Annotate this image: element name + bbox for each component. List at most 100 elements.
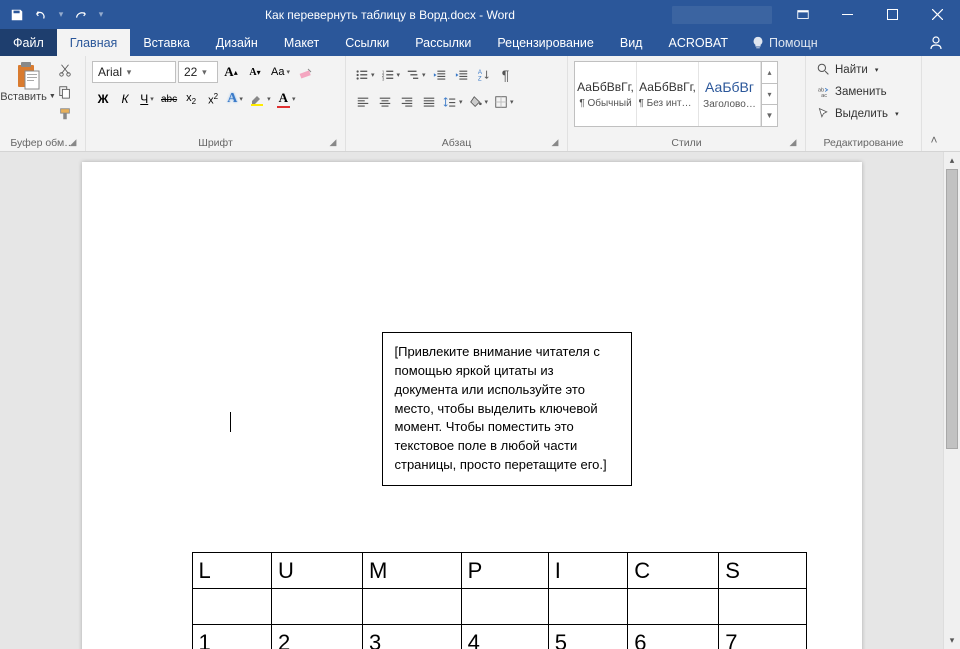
scroll-down-button[interactable]: ▾: [944, 632, 960, 649]
bullets-button[interactable]: ▾: [352, 64, 378, 86]
format-painter-button[interactable]: [54, 103, 76, 125]
minimize-button[interactable]: [825, 0, 870, 29]
tab-design[interactable]: Дизайн: [203, 29, 271, 56]
group-clipboard: Вставить▼ Буфер обм…◢: [0, 56, 86, 151]
paste-icon: [13, 61, 43, 91]
text-effects-button[interactable]: A▾: [224, 88, 246, 110]
font-size-combo[interactable]: 22▾: [178, 61, 218, 83]
paste-button[interactable]: Вставить▼: [4, 59, 52, 105]
chevron-down-icon[interactable]: ▾: [122, 67, 136, 78]
undo-button[interactable]: [30, 4, 52, 26]
chevron-down-icon[interactable]: ▾: [197, 67, 211, 78]
tell-me-search[interactable]: Помощн: [741, 29, 828, 56]
group-paragraph: ▾ 123▾ ▾ AZ ¶ ▾ ▾ ▾ Абзац◢: [346, 56, 568, 151]
cut-button[interactable]: [54, 59, 76, 81]
search-icon: [817, 63, 830, 76]
maximize-button[interactable]: [870, 0, 915, 29]
styles-gallery: АаБбВвГг, ¶ Обычный АаБбВвГг, ¶ Без инте…: [574, 61, 778, 127]
ribbon-tabs: Файл Главная Вставка Дизайн Макет Ссылки…: [0, 29, 960, 56]
clipboard-launcher[interactable]: ◢: [67, 136, 79, 148]
align-center-button[interactable]: [374, 91, 396, 113]
highlight-button[interactable]: ▾: [246, 88, 274, 110]
tab-layout[interactable]: Макет: [271, 29, 332, 56]
title-bar: ▾ ▾ Как перевернуть таблицу в Ворд.docx …: [0, 0, 960, 29]
share-icon[interactable]: [918, 29, 954, 56]
close-button[interactable]: [915, 0, 960, 29]
sort-button[interactable]: AZ: [473, 64, 495, 86]
save-button[interactable]: [6, 4, 28, 26]
styles-launcher[interactable]: ◢: [787, 136, 799, 148]
font-launcher[interactable]: ◢: [327, 136, 339, 148]
vertical-scrollbar[interactable]: ▴ ▾: [943, 152, 960, 649]
qat-customize-icon[interactable]: ▾: [94, 9, 108, 20]
table-row[interactable]: LUMPICS: [192, 553, 806, 589]
ribbon-options-button[interactable]: [780, 0, 825, 29]
numbering-button[interactable]: 123▾: [378, 64, 404, 86]
strikethrough-button[interactable]: abc: [158, 88, 180, 110]
gallery-more-button[interactable]: ▼: [762, 105, 777, 126]
find-button[interactable]: Найти▾: [810, 59, 906, 80]
align-left-button[interactable]: [352, 91, 374, 113]
subscript-button[interactable]: x2: [180, 88, 202, 110]
line-spacing-button[interactable]: ▾: [440, 91, 466, 113]
select-button[interactable]: Выделить▾: [810, 103, 906, 124]
show-marks-button[interactable]: ¶: [495, 64, 517, 86]
tab-home[interactable]: Главная: [57, 29, 131, 56]
change-case-button[interactable]: Aa▾: [268, 61, 293, 83]
tab-file[interactable]: Файл: [0, 29, 57, 56]
borders-button[interactable]: ▾: [491, 91, 517, 113]
decrease-indent-button[interactable]: [429, 64, 451, 86]
tab-references[interactable]: Ссылки: [332, 29, 402, 56]
copy-button[interactable]: [54, 81, 76, 103]
select-icon: [817, 107, 830, 120]
table-row[interactable]: 1234567: [192, 625, 806, 649]
window-controls: [780, 0, 960, 29]
gallery-up-button[interactable]: ▴: [762, 62, 777, 84]
replace-button[interactable]: abac Заменить: [810, 81, 906, 102]
font-color-button[interactable]: A▾: [274, 88, 299, 110]
tab-acrobat[interactable]: ACROBAT: [655, 29, 741, 56]
document-area: [Привлеките внимание читателя с помощью …: [0, 152, 960, 649]
group-editing: Найти▾ abac Заменить Выделить▾ Редактиро…: [806, 56, 922, 151]
style-normal[interactable]: АаБбВвГг, ¶ Обычный: [575, 62, 637, 126]
qat-dropdown-icon[interactable]: ▾: [54, 9, 68, 20]
redo-button[interactable]: [70, 4, 92, 26]
scroll-thumb[interactable]: [946, 169, 958, 449]
underline-button[interactable]: Ч▾: [136, 88, 158, 110]
svg-text:ac: ac: [821, 93, 827, 98]
paragraph-launcher[interactable]: ◢: [549, 136, 561, 148]
tab-review[interactable]: Рецензирование: [484, 29, 607, 56]
tab-view[interactable]: Вид: [607, 29, 656, 56]
tab-insert[interactable]: Вставка: [130, 29, 202, 56]
multilevel-button[interactable]: ▾: [403, 64, 429, 86]
style-no-spacing[interactable]: АаБбВвГг, ¶ Без инте…: [637, 62, 699, 126]
gallery-down-button[interactable]: ▾: [762, 84, 777, 106]
text-box-callout[interactable]: [Привлеките внимание читателя с помощью …: [382, 332, 632, 486]
group-font: Arial▾ 22▾ A▴ A▾ Aa▾ Ж К Ч▾ abc x2 x2 A▾…: [86, 56, 346, 151]
collapse-ribbon-button[interactable]: ˄: [922, 56, 946, 151]
superscript-button[interactable]: x2: [202, 88, 224, 110]
table-row[interactable]: [192, 589, 806, 625]
bold-button[interactable]: Ж: [92, 88, 114, 110]
window-title: Как перевернуть таблицу в Ворд.docx - Wo…: [108, 8, 672, 22]
group-styles: АаБбВвГг, ¶ Обычный АаБбВвГг, ¶ Без инте…: [568, 56, 806, 151]
scroll-up-button[interactable]: ▴: [944, 152, 960, 169]
grow-font-button[interactable]: A▴: [220, 61, 242, 83]
shrink-font-button[interactable]: A▾: [244, 61, 266, 83]
increase-indent-button[interactable]: [451, 64, 473, 86]
document-canvas[interactable]: [Привлеките внимание читателя с помощью …: [0, 152, 943, 649]
clear-formatting-button[interactable]: [295, 61, 317, 83]
font-name-combo[interactable]: Arial▾: [92, 61, 176, 83]
shading-button[interactable]: ▾: [466, 91, 492, 113]
align-right-button[interactable]: [396, 91, 418, 113]
style-heading1[interactable]: АаБбВг Заголово…: [699, 62, 761, 126]
quick-access-toolbar: ▾ ▾: [0, 4, 108, 26]
italic-button[interactable]: К: [114, 88, 136, 110]
svg-text:3: 3: [381, 76, 384, 81]
page[interactable]: [Привлеките внимание читателя с помощью …: [82, 162, 862, 649]
justify-button[interactable]: [418, 91, 440, 113]
text-cursor: [230, 412, 231, 432]
document-table[interactable]: LUMPICS 1234567: [192, 552, 807, 649]
tab-mailings[interactable]: Рассылки: [402, 29, 484, 56]
account-area[interactable]: [672, 6, 772, 24]
